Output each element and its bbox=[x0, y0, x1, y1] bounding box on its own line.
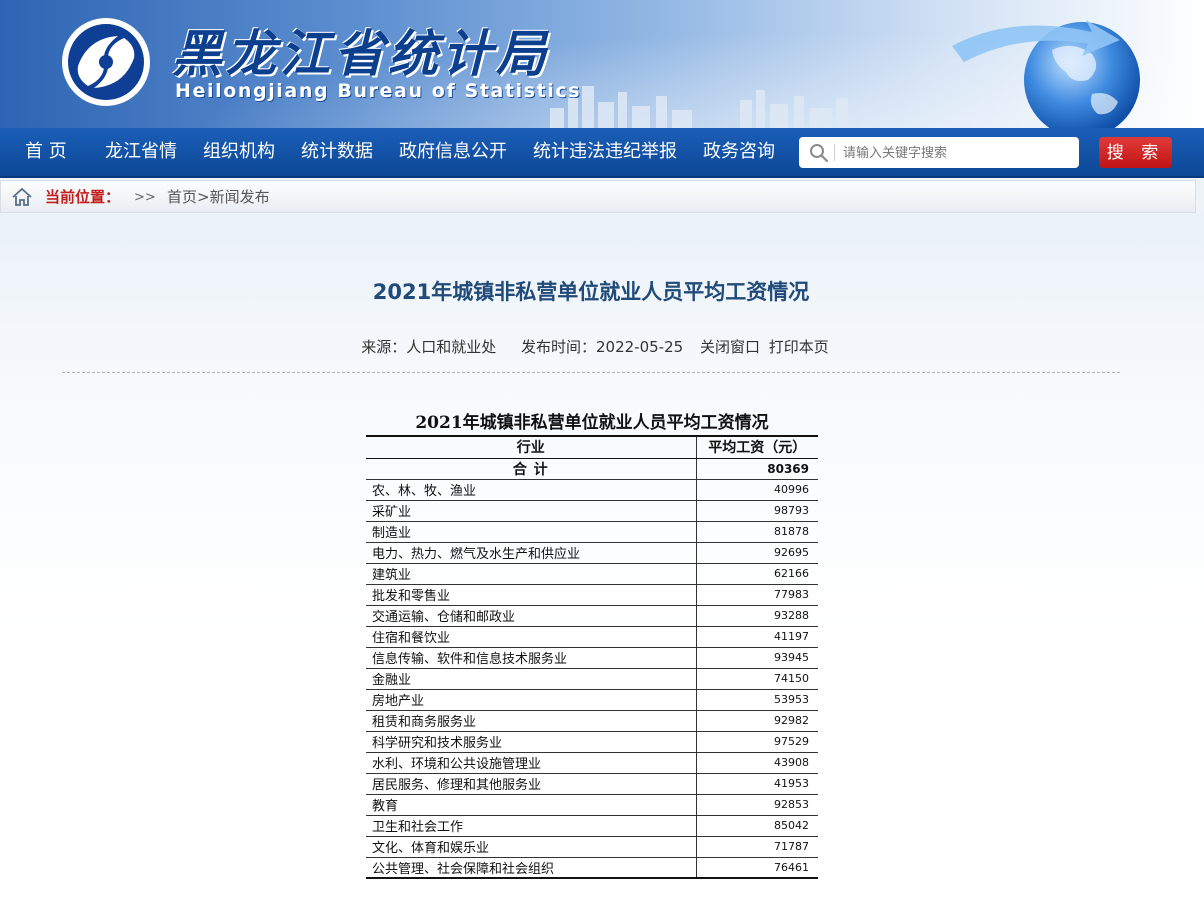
wage-cell: 85042 bbox=[696, 815, 818, 837]
industry-cell: 水利、环境和公共设施管理业 bbox=[366, 752, 697, 774]
column-header-wage: 平均工资（元） bbox=[696, 435, 818, 459]
industry-cell: 租赁和商务服务业 bbox=[366, 710, 697, 732]
table-row: 信息传输、软件和信息技术服务业 93945 bbox=[366, 647, 818, 669]
breadcrumb-arrows: >> bbox=[134, 190, 156, 205]
nav-province-info[interactable]: 龙江省情 bbox=[105, 128, 177, 176]
table-row: 建筑业 62166 bbox=[366, 563, 818, 585]
wage-cell: 92982 bbox=[696, 710, 818, 732]
wage-cell: 71787 bbox=[696, 836, 818, 858]
globe-illustration bbox=[952, 20, 1140, 128]
nav-government-info[interactable]: 政府信息公开 bbox=[399, 128, 507, 176]
wage-cell: 41197 bbox=[696, 626, 818, 648]
industry-cell: 文化、体育和娱乐业 bbox=[366, 836, 697, 858]
table-row: 教育 92853 bbox=[366, 794, 818, 816]
article-meta: 来源：人口和就业处 发布时间：2022-05-25 关闭窗口 打印本页 bbox=[0, 336, 1182, 357]
close-window-link[interactable]: 关闭窗口 bbox=[700, 338, 760, 356]
industry-cell: 卫生和社会工作 bbox=[366, 815, 697, 837]
search-box bbox=[799, 137, 1079, 168]
table-row: 交通运输、仓储和邮政业 93288 bbox=[366, 605, 818, 627]
bureau-logo-icon[interactable] bbox=[58, 14, 154, 110]
table-row: 农、林、牧、渔业 40996 bbox=[366, 479, 818, 501]
total-value: 80369 bbox=[696, 458, 818, 480]
wage-cell: 74150 bbox=[696, 668, 818, 690]
industry-cell: 金融业 bbox=[366, 668, 697, 690]
table-row: 水利、环境和公共设施管理业 43908 bbox=[366, 752, 818, 774]
table-row: 采矿业 98793 bbox=[366, 500, 818, 522]
article-publish-time: 发布时间：2022-05-25 bbox=[521, 338, 684, 356]
table-row: 卫生和社会工作 85042 bbox=[366, 815, 818, 837]
table-row: 金融业 74150 bbox=[366, 668, 818, 690]
table-row: 租赁和商务服务业 92982 bbox=[366, 710, 818, 732]
site-title-chinese: 黑龙江省统计局 bbox=[172, 24, 550, 83]
meta-divider bbox=[62, 372, 1120, 373]
table-row: 制造业 81878 bbox=[366, 521, 818, 543]
wage-cell: 97529 bbox=[696, 731, 818, 753]
article-title: 2021年城镇非私营单位就业人员平均工资情况 bbox=[372, 280, 810, 304]
site-title-english: Heilongjiang Bureau of Statistics bbox=[175, 80, 582, 102]
wage-cell: 98793 bbox=[696, 500, 818, 522]
wage-cell: 53953 bbox=[696, 689, 818, 711]
city-skyline-illustration bbox=[550, 86, 848, 128]
search-separator bbox=[834, 144, 835, 161]
nav-home[interactable]: 首 页 bbox=[25, 128, 67, 176]
search-button[interactable]: 搜 索 bbox=[1099, 137, 1172, 168]
wage-cell: 40996 bbox=[696, 479, 818, 501]
industry-cell: 制造业 bbox=[366, 521, 697, 543]
table-row-total: 合 计 80369 bbox=[366, 458, 818, 480]
print-page-link[interactable]: 打印本页 bbox=[769, 338, 829, 356]
industry-cell: 电力、热力、燃气及水生产和供应业 bbox=[366, 542, 697, 564]
site-banner: 黑龙江省统计局 Heilongjiang Bureau of Statistic… bbox=[0, 0, 1204, 128]
industry-cell: 建筑业 bbox=[366, 563, 697, 585]
article-source: 来源：人口和就业处 bbox=[361, 338, 497, 356]
wage-cell: 43908 bbox=[696, 752, 818, 774]
search-input[interactable] bbox=[841, 141, 1075, 165]
wage-cell: 76461 bbox=[696, 857, 818, 879]
table-row: 电力、热力、燃气及水生产和供应业 92695 bbox=[366, 542, 818, 564]
industry-cell: 教育 bbox=[366, 794, 697, 816]
wage-cell: 77983 bbox=[696, 584, 818, 606]
table-caption: 2021年城镇非私营单位就业人员平均工资情况 bbox=[415, 413, 769, 433]
industry-cell: 房地产业 bbox=[366, 689, 697, 711]
wage-cell: 93945 bbox=[696, 647, 818, 669]
wage-cell: 81878 bbox=[696, 521, 818, 543]
table-row: 文化、体育和娱乐业 71787 bbox=[366, 836, 818, 858]
nav-consultation[interactable]: 政务咨询 bbox=[703, 128, 775, 176]
industry-cell: 批发和零售业 bbox=[366, 584, 697, 606]
industry-cell: 住宿和餐饮业 bbox=[366, 626, 697, 648]
industry-cell: 公共管理、社会保障和社会组织 bbox=[366, 857, 697, 879]
home-icon[interactable] bbox=[12, 188, 32, 206]
industry-cell: 居民服务、修理和其他服务业 bbox=[366, 773, 697, 795]
breadcrumb-path[interactable]: 首页>新闻发布 bbox=[167, 181, 270, 214]
wage-cell: 92853 bbox=[696, 794, 818, 816]
wage-cell: 41953 bbox=[696, 773, 818, 795]
main-nav-bar: 首 页 龙江省情 组织机构 统计数据 政府信息公开 统计违法违纪举报 政务咨询 … bbox=[0, 128, 1204, 178]
table-row: 公共管理、社会保障和社会组织 76461 bbox=[366, 857, 818, 879]
nav-statistics-data[interactable]: 统计数据 bbox=[301, 128, 373, 176]
breadcrumb: 当前位置： >> 首页>新闻发布 bbox=[0, 180, 1196, 213]
table-header-row: 行业 平均工资（元） bbox=[366, 435, 818, 459]
table-row: 房地产业 53953 bbox=[366, 689, 818, 711]
nav-organization[interactable]: 组织机构 bbox=[203, 128, 275, 176]
nav-violation-report[interactable]: 统计违法违纪举报 bbox=[533, 128, 677, 176]
wage-cell: 92695 bbox=[696, 542, 818, 564]
search-icon bbox=[810, 144, 829, 163]
wage-cell: 93288 bbox=[696, 605, 818, 627]
industry-cell: 交通运输、仓储和邮政业 bbox=[366, 605, 697, 627]
industry-cell: 科学研究和技术服务业 bbox=[366, 731, 697, 753]
wage-table: 行业 平均工资（元） 合 计 80369 农、林、牧、渔业 40996 采矿业 98… bbox=[366, 435, 818, 879]
breadcrumb-label: 当前位置： bbox=[45, 188, 121, 206]
table-row: 住宿和餐饮业 41197 bbox=[366, 626, 818, 648]
table-row: 科学研究和技术服务业 97529 bbox=[366, 731, 818, 753]
industry-cell: 农、林、牧、渔业 bbox=[366, 479, 697, 501]
industry-cell: 信息传输、软件和信息技术服务业 bbox=[366, 647, 697, 669]
total-label: 合 计 bbox=[366, 458, 697, 480]
table-row: 批发和零售业 77983 bbox=[366, 584, 818, 606]
column-header-industry: 行业 bbox=[366, 435, 697, 459]
wage-cell: 62166 bbox=[696, 563, 818, 585]
table-row: 居民服务、修理和其他服务业 41953 bbox=[366, 773, 818, 795]
industry-cell: 采矿业 bbox=[366, 500, 697, 522]
